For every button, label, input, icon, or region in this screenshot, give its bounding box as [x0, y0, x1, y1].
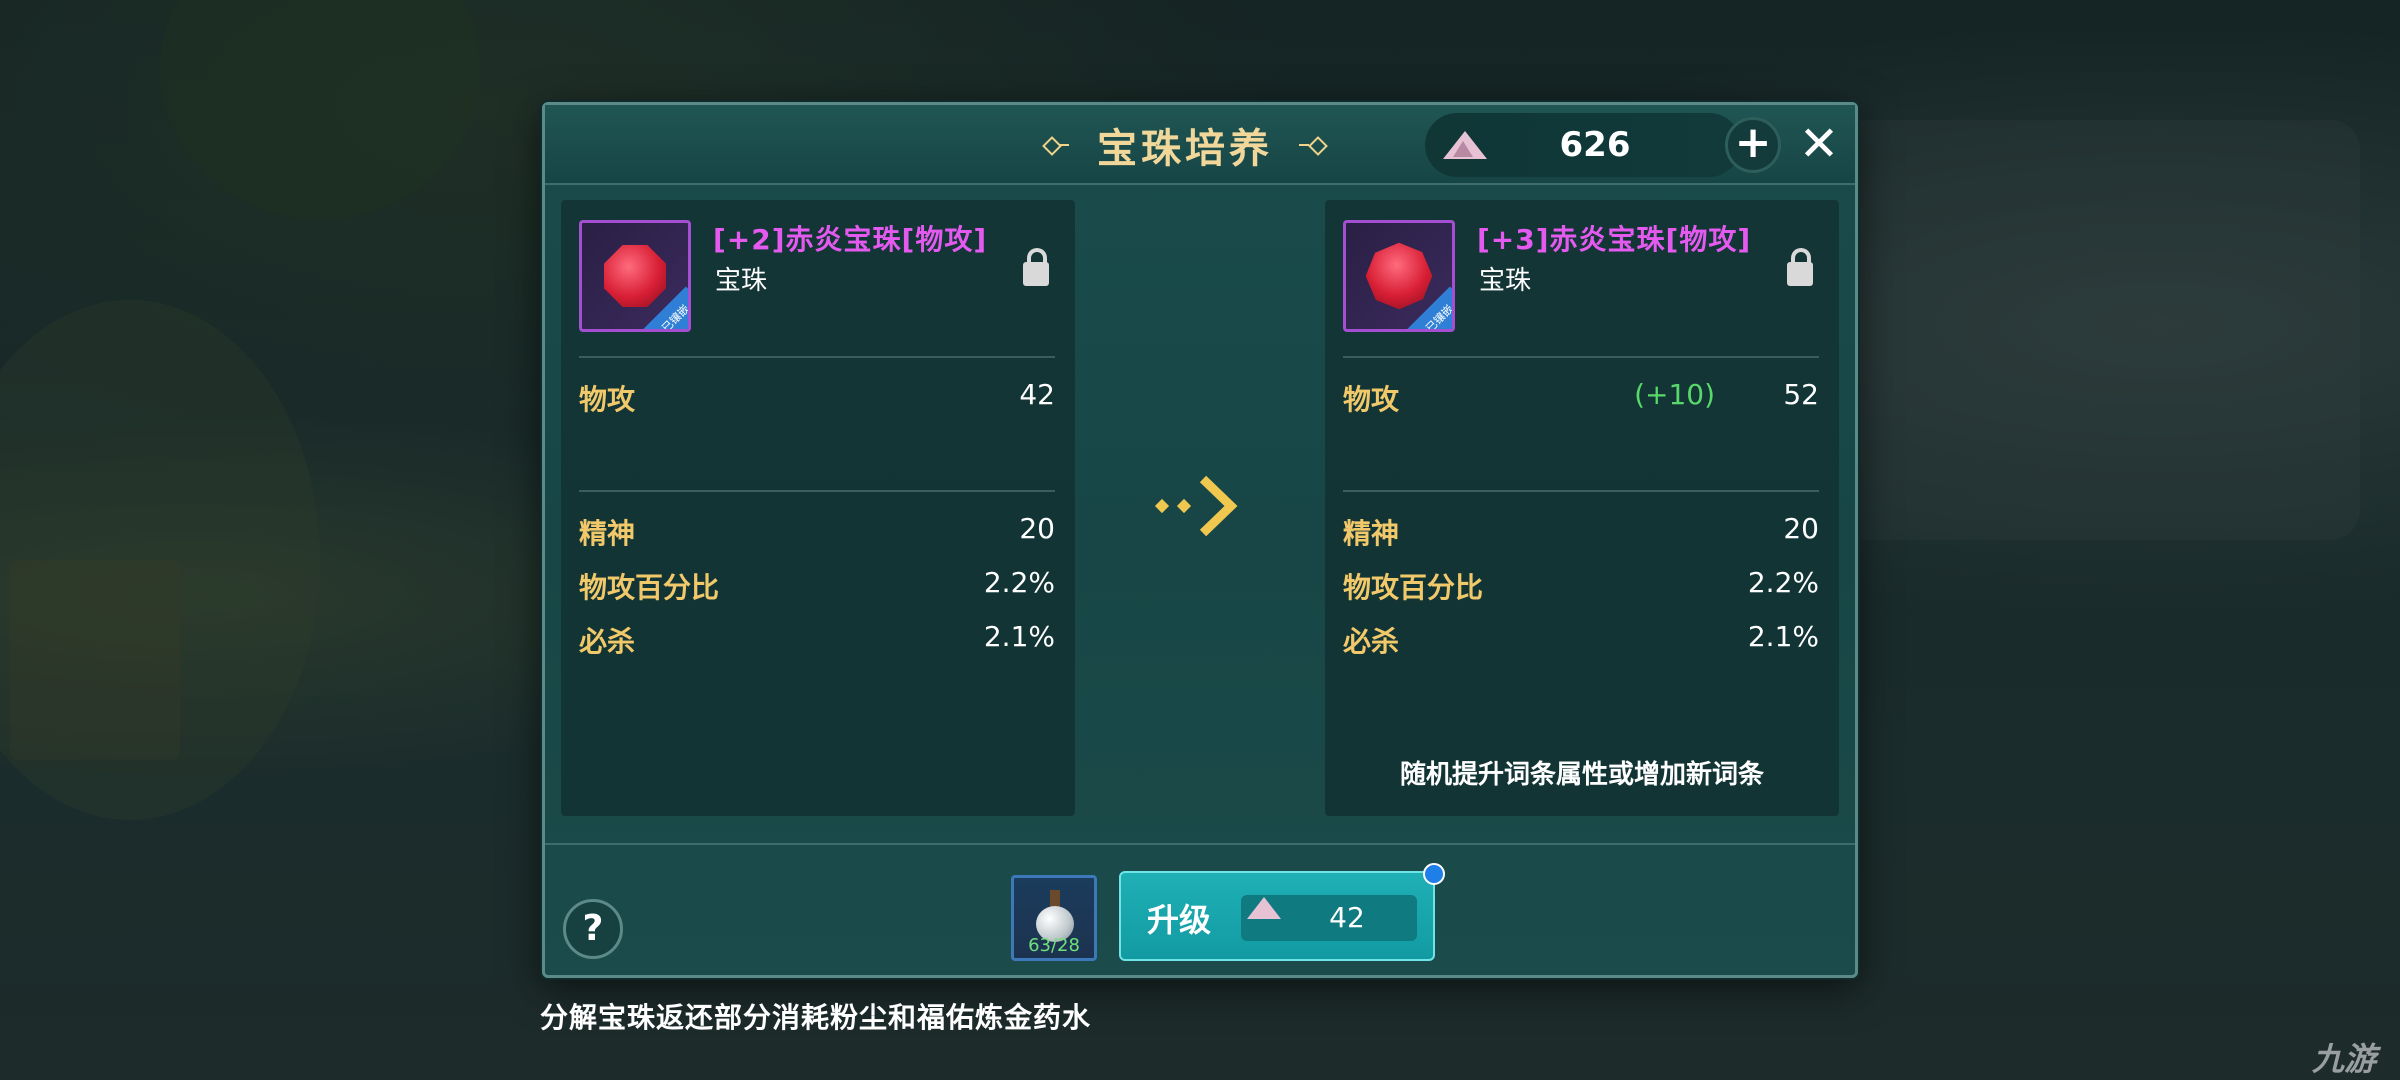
upgraded-gem-name: [+3]赤炎宝珠[物攻]	[1477, 223, 1752, 256]
stat-value: 52	[1783, 378, 1819, 411]
gem-upgrade-panel: 宝珠培养 626 + ✕ 已镶嵌 [+2]赤炎宝珠[物攻] 宝珠 物攻 42 精…	[542, 102, 1858, 978]
stat-label: 物攻百分比	[579, 571, 720, 604]
current-gem-slot[interactable]: 已镶嵌	[579, 220, 691, 332]
stat-row: 精神 20	[579, 512, 1055, 552]
stat-value: 20	[1783, 512, 1819, 545]
current-gem-name: [+2]赤炎宝珠[物攻]	[713, 223, 988, 256]
potion-count: 63/28	[1028, 935, 1080, 956]
stat-row: 物攻 (+10) 52	[1343, 378, 1819, 418]
help-button[interactable]: ?	[563, 899, 623, 959]
title-ornament-left-icon	[1035, 137, 1069, 153]
stat-label: 必杀	[579, 625, 636, 658]
bottom-hint: 分解宝珠返还部分消耗粉尘和福佑炼金药水	[540, 1001, 1092, 1034]
stat-row: 物攻百分比 2.2%	[579, 566, 1055, 606]
upgrade-button[interactable]: 升级 42	[1119, 871, 1435, 961]
title-ornament-right-icon	[1299, 137, 1335, 153]
upgraded-gem-card: 已镶嵌 [+3]赤炎宝珠[物攻] 宝珠 物攻 (+10) 52 精神 20 物攻…	[1325, 200, 1839, 816]
alchemy-potion-slot[interactable]: 63/28	[1011, 875, 1097, 961]
powder-gem-icon	[1245, 891, 1285, 931]
stat-label: 精神	[579, 517, 636, 550]
red-gem-icon	[604, 245, 666, 307]
stat-label: 必杀	[1343, 625, 1400, 658]
upgraded-gem-slot[interactable]: 已镶嵌	[1343, 220, 1455, 332]
stat-row: 必杀 2.1%	[579, 620, 1055, 660]
upgrade-cost: 42	[1241, 895, 1417, 941]
stat-row: 必杀 2.1%	[1343, 620, 1819, 660]
title-group: 宝珠培养	[1035, 115, 1335, 175]
upgraded-gem-type: 宝珠	[1479, 266, 1532, 296]
currency-amount: 626	[1559, 125, 1631, 165]
stat-delta: (+10)	[1634, 378, 1715, 411]
upgrade-note: 随机提升词条属性或增加新词条	[1399, 760, 1764, 790]
background-palm	[160, 0, 480, 220]
current-gem-type: 宝珠	[715, 266, 768, 296]
stat-value: 20	[1019, 512, 1055, 545]
currency-display: 626	[1425, 113, 1741, 177]
divider	[579, 356, 1055, 358]
lock-icon[interactable]	[1787, 248, 1813, 286]
stat-label: 物攻	[1343, 383, 1400, 416]
close-button[interactable]: ✕	[1791, 117, 1847, 173]
stat-label: 物攻百分比	[1343, 571, 1484, 604]
stat-row: 物攻 42	[579, 378, 1055, 418]
red-gem-icon	[1359, 236, 1440, 317]
upgrade-arrow-icon	[1154, 475, 1238, 537]
stat-value: 2.1%	[983, 620, 1055, 653]
lock-icon[interactable]	[1023, 248, 1049, 286]
stat-row: 物攻百分比 2.2%	[1343, 566, 1819, 606]
panel-header: 宝珠培养 626 + ✕	[545, 105, 1855, 185]
notification-dot	[1423, 863, 1445, 885]
stat-value: 42	[1019, 378, 1055, 411]
upgrade-cost-value: 42	[1329, 901, 1365, 934]
upgrade-label: 升级	[1147, 901, 1212, 939]
stat-value: 2.2%	[983, 566, 1055, 599]
divider	[1343, 356, 1819, 358]
stat-row: 精神 20	[1343, 512, 1819, 552]
stat-value: 2.2%	[1747, 566, 1819, 599]
divider	[1343, 490, 1819, 492]
watermark-logo: 九游	[2312, 1040, 2377, 1078]
background-house	[10, 560, 180, 760]
powder-gem-icon	[1439, 127, 1489, 163]
add-currency-button[interactable]: +	[1725, 117, 1781, 173]
panel-title: 宝珠培养	[1097, 126, 1273, 172]
divider	[579, 490, 1055, 492]
current-gem-card: 已镶嵌 [+2]赤炎宝珠[物攻] 宝珠 物攻 42 精神 20 物攻百分比 2.…	[561, 200, 1075, 816]
stat-label: 精神	[1343, 517, 1400, 550]
stat-label: 物攻	[579, 383, 636, 416]
footer-divider	[545, 843, 1855, 845]
stat-value: 2.1%	[1747, 620, 1819, 653]
background-dock	[1840, 120, 2360, 540]
